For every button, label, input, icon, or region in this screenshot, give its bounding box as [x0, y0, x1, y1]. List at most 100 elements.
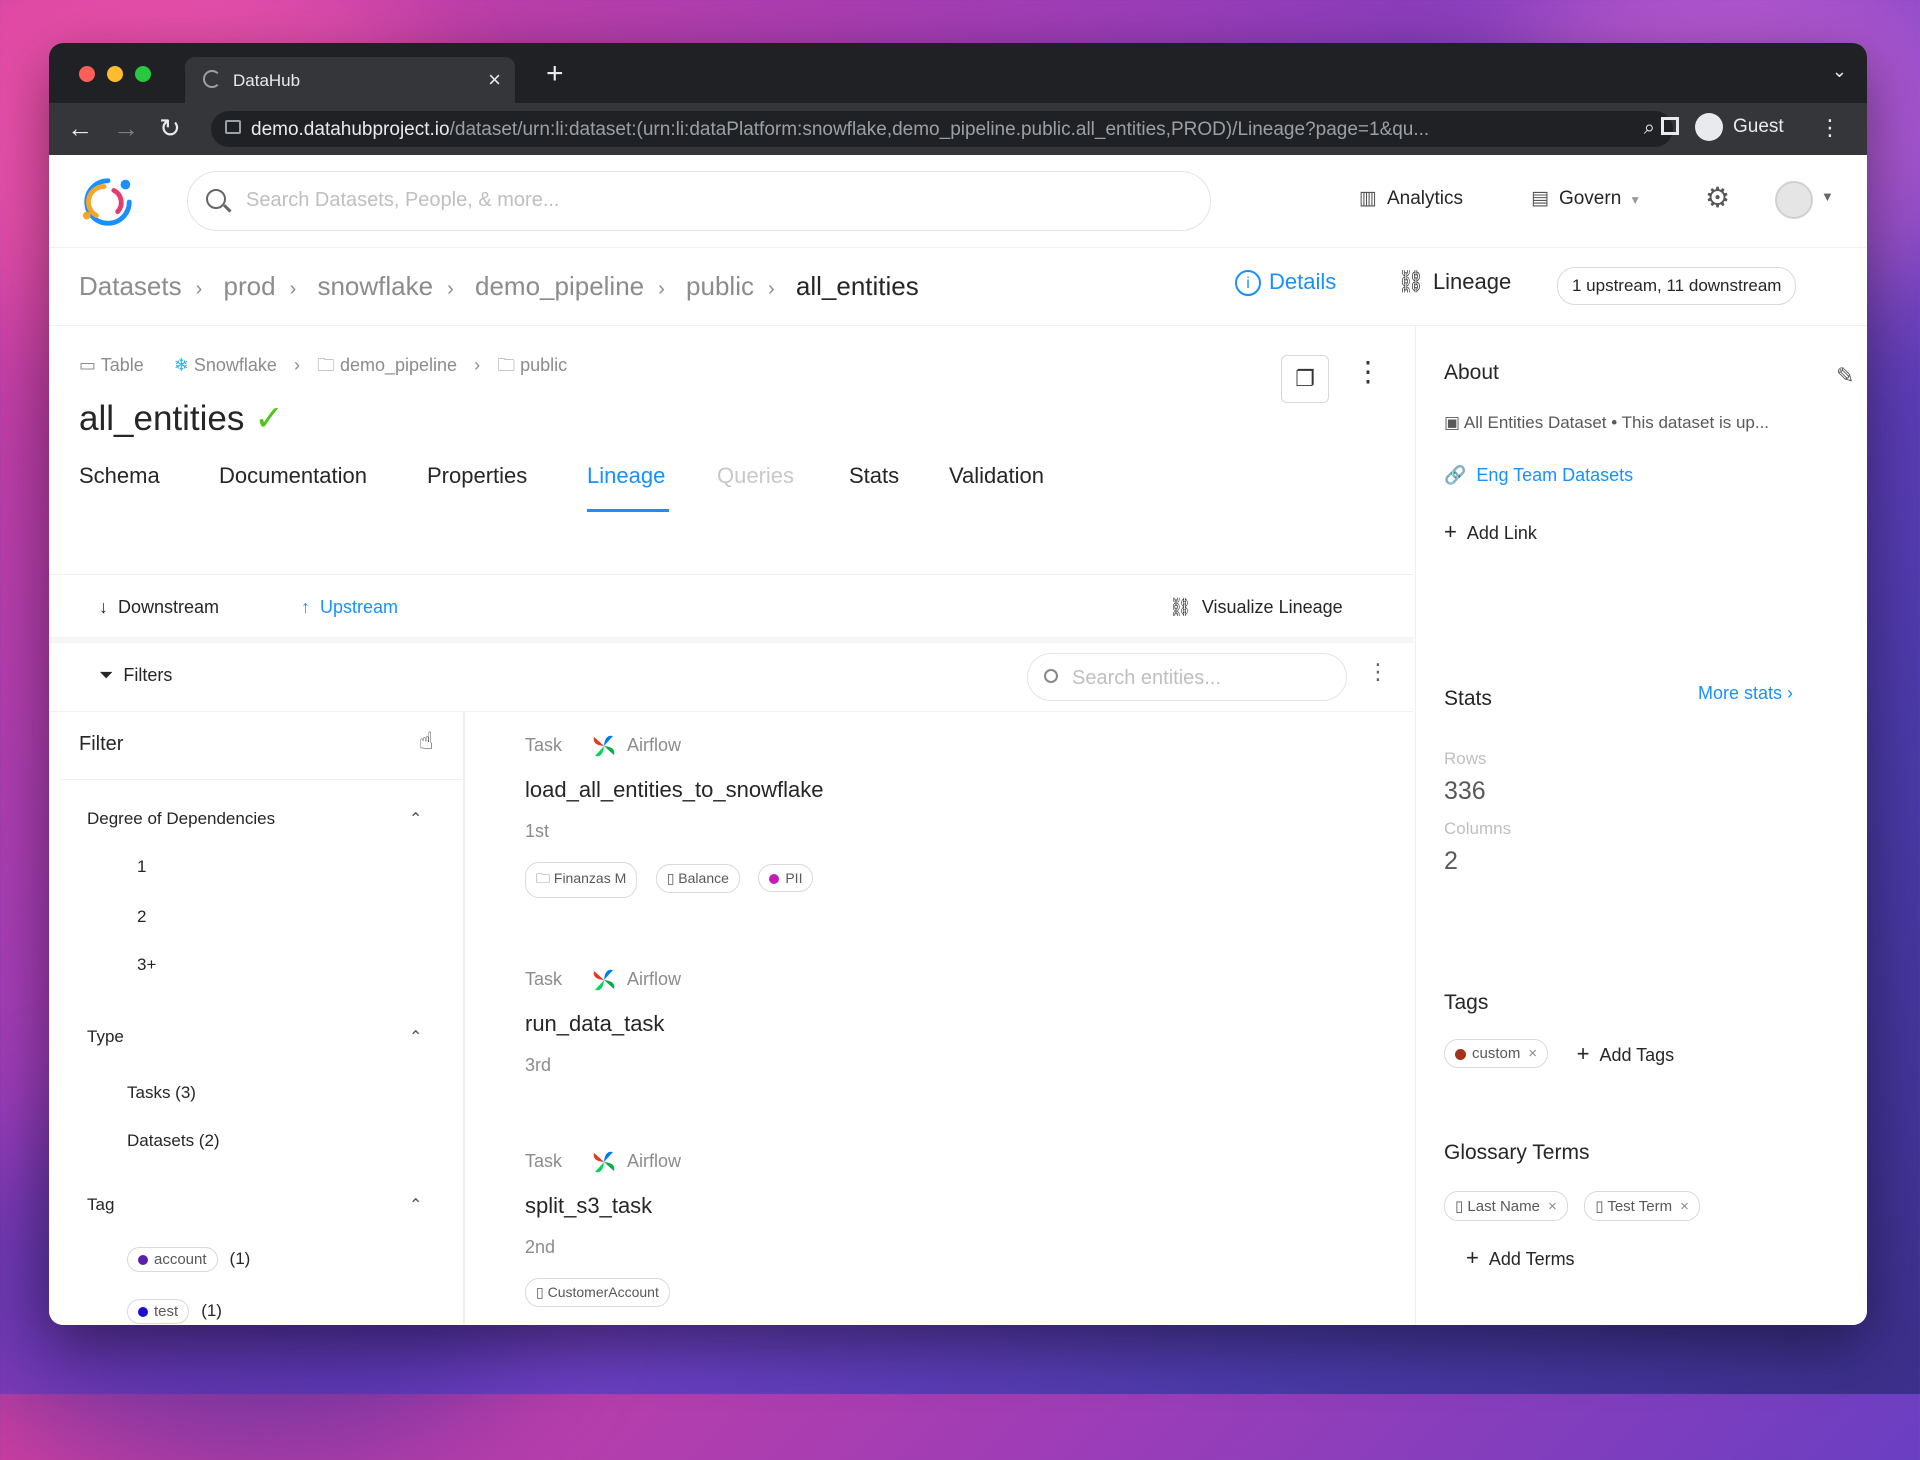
glossary-chip[interactable]: ▯ CustomerAccount	[525, 1278, 670, 1307]
entity-search-input[interactable]	[1070, 666, 1334, 691]
list-item[interactable]: Task Airflow load_all_entities_to_snowfl…	[525, 733, 827, 898]
url-text: demo.datahubproject.io/dataset/urn:li:da…	[251, 119, 1430, 140]
divider	[59, 779, 463, 780]
tag-option[interactable]: test (1)	[127, 1299, 222, 1324]
maximize-window-button[interactable]	[135, 66, 151, 82]
book-icon: ▯	[536, 1284, 548, 1300]
browser-tab[interactable]: DataHub ×	[185, 57, 515, 103]
close-tab-icon[interactable]: ×	[488, 67, 501, 93]
tab-lineage[interactable]: Lineage	[587, 463, 665, 489]
type-option[interactable]: Tasks (3)	[127, 1083, 196, 1103]
tag-color-dot	[138, 1307, 148, 1318]
more-options-icon[interactable]: ⋮	[1367, 659, 1389, 685]
platform-name[interactable]: Snowflake	[194, 355, 277, 375]
chevron-down-icon: ▼	[1629, 193, 1642, 207]
tab-properties[interactable]: Properties	[427, 463, 527, 489]
terms-row: ▯ Last Name × ▯ Test Term ×	[1444, 1191, 1724, 1221]
browser-menu-icon[interactable]: ⋮	[1819, 115, 1841, 141]
breadcrumb-item[interactable]: public	[686, 271, 754, 301]
upstream-button[interactable]: ↑ Upstream	[301, 597, 398, 618]
airflow-icon	[593, 969, 615, 991]
degree-section-title[interactable]: Degree of Dependencies	[87, 809, 275, 829]
tag-option[interactable]: account (1)	[127, 1247, 250, 1272]
analytics-link[interactable]: ▥ Analytics	[1359, 187, 1463, 210]
copy-urn-button[interactable]: ❐	[1281, 355, 1329, 403]
entity-name-link[interactable]: split_s3_task	[525, 1193, 684, 1219]
back-icon[interactable]: ←	[67, 113, 93, 144]
breadcrumb-item[interactable]: snowflake	[317, 271, 433, 301]
downstream-button[interactable]: ↓ Downstream	[99, 597, 219, 618]
close-icon[interactable]: ×	[1548, 1198, 1557, 1215]
gear-icon[interactable]: ⚙	[1705, 181, 1730, 214]
minimize-window-button[interactable]	[107, 66, 123, 82]
close-icon[interactable]: ×	[1680, 1198, 1689, 1215]
lock-icon	[225, 120, 241, 134]
list-item[interactable]: Task Airflow run_data_task 3rd	[525, 967, 681, 1076]
chevron-up-icon[interactable]: ⌃	[409, 809, 422, 829]
container-link[interactable]: public	[520, 355, 567, 375]
domain-chip[interactable]: 🗀 Finanzas M	[525, 862, 638, 898]
tag-chip[interactable]: custom ×	[1444, 1039, 1549, 1068]
filters-button[interactable]: ⏷ Filters	[99, 665, 172, 686]
breadcrumb-current: all_entities	[795, 271, 919, 301]
tab-documentation[interactable]: Documentation	[219, 463, 367, 489]
zoom-icon[interactable]: ⌕	[1644, 117, 1655, 140]
chevron-up-icon[interactable]: ⌃	[409, 1027, 422, 1047]
degree-option[interactable]: 3+	[137, 955, 156, 975]
new-tab-button[interactable]: +	[546, 57, 564, 91]
entity-name-link[interactable]: run_data_task	[525, 1011, 681, 1037]
breadcrumb-item[interactable]: demo_pipeline	[475, 271, 644, 301]
side-panel-icon[interactable]	[1661, 117, 1679, 135]
list-item[interactable]: Task Airflow split_s3_task 2nd ▯ Custome…	[525, 1149, 684, 1307]
tag-chip[interactable]: PII	[758, 864, 814, 892]
copy-icon: ❐	[1295, 366, 1315, 391]
govern-menu[interactable]: ▤ Govern ▼	[1531, 187, 1641, 210]
term-chip[interactable]: ▯ Last Name ×	[1444, 1191, 1568, 1221]
tab-validation[interactable]: Validation	[949, 463, 1044, 489]
add-tags-button[interactable]: + Add Tags	[1577, 1041, 1675, 1067]
breadcrumb-item[interactable]: prod	[224, 271, 276, 301]
breadcrumb-item[interactable]: Datasets	[79, 271, 182, 301]
glossary-chip[interactable]: ▯ Balance	[655, 864, 740, 893]
more-stats-link[interactable]: More stats ›	[1698, 683, 1793, 704]
add-terms-button[interactable]: + Add Terms	[1466, 1245, 1575, 1271]
visualize-lineage-button[interactable]: ⛓ Visualize Lineage	[1169, 597, 1343, 618]
address-bar[interactable]: demo.datahubproject.io/dataset/urn:li:da…	[211, 111, 1673, 147]
close-window-button[interactable]	[79, 66, 95, 82]
lineage-icon: ⛓	[1169, 597, 1192, 617]
type-section-title[interactable]: Type	[87, 1027, 124, 1047]
search-input[interactable]	[244, 188, 1148, 213]
columns-value: 2	[1444, 847, 1458, 875]
type-option[interactable]: Datasets (2)	[127, 1131, 220, 1151]
tab-queries: Queries	[717, 463, 795, 488]
reload-icon[interactable]: ↻	[159, 113, 181, 144]
close-icon[interactable]: ×	[1528, 1045, 1537, 1062]
chevron-right-icon: ›	[195, 278, 203, 300]
entity-name-link[interactable]: load_all_entities_to_snowflake	[525, 777, 827, 803]
chevron-up-icon[interactable]: ⌃	[409, 1195, 422, 1215]
more-options-icon[interactable]: ⋮	[1354, 355, 1382, 388]
entity-search[interactable]	[1027, 653, 1347, 701]
lineage-view-button[interactable]: ⛓ Lineage	[1397, 269, 1511, 295]
tab-schema[interactable]: Schema	[79, 463, 160, 489]
link-icon: 🔗	[1444, 465, 1467, 485]
tab-stats[interactable]: Stats	[849, 463, 899, 489]
rows-label: Rows	[1444, 749, 1487, 768]
pencil-icon[interactable]: ✎	[1836, 363, 1854, 389]
tag-section-title[interactable]: Tag	[87, 1195, 114, 1215]
chevron-down-icon[interactable]: ▼	[1821, 189, 1834, 204]
container-link[interactable]: demo_pipeline	[340, 355, 457, 375]
details-view-button[interactable]: i Details	[1235, 269, 1336, 297]
global-search[interactable]	[187, 171, 1211, 231]
degree-option[interactable]: 1	[137, 857, 146, 877]
avatar[interactable]	[1775, 181, 1813, 219]
forward-icon[interactable]: →	[113, 113, 139, 144]
airflow-icon	[593, 1151, 615, 1173]
degree-option[interactable]: 2	[137, 907, 146, 927]
profile-button[interactable]: Guest	[1695, 113, 1784, 141]
add-link-button[interactable]: + Add Link	[1444, 519, 1537, 545]
datahub-logo[interactable]	[79, 173, 137, 231]
term-chip[interactable]: ▯ Test Term ×	[1584, 1191, 1700, 1221]
docs-link[interactable]: 🔗 Eng Team Datasets	[1444, 465, 1633, 486]
tab-search-icon[interactable]: ⌄	[1832, 61, 1847, 82]
